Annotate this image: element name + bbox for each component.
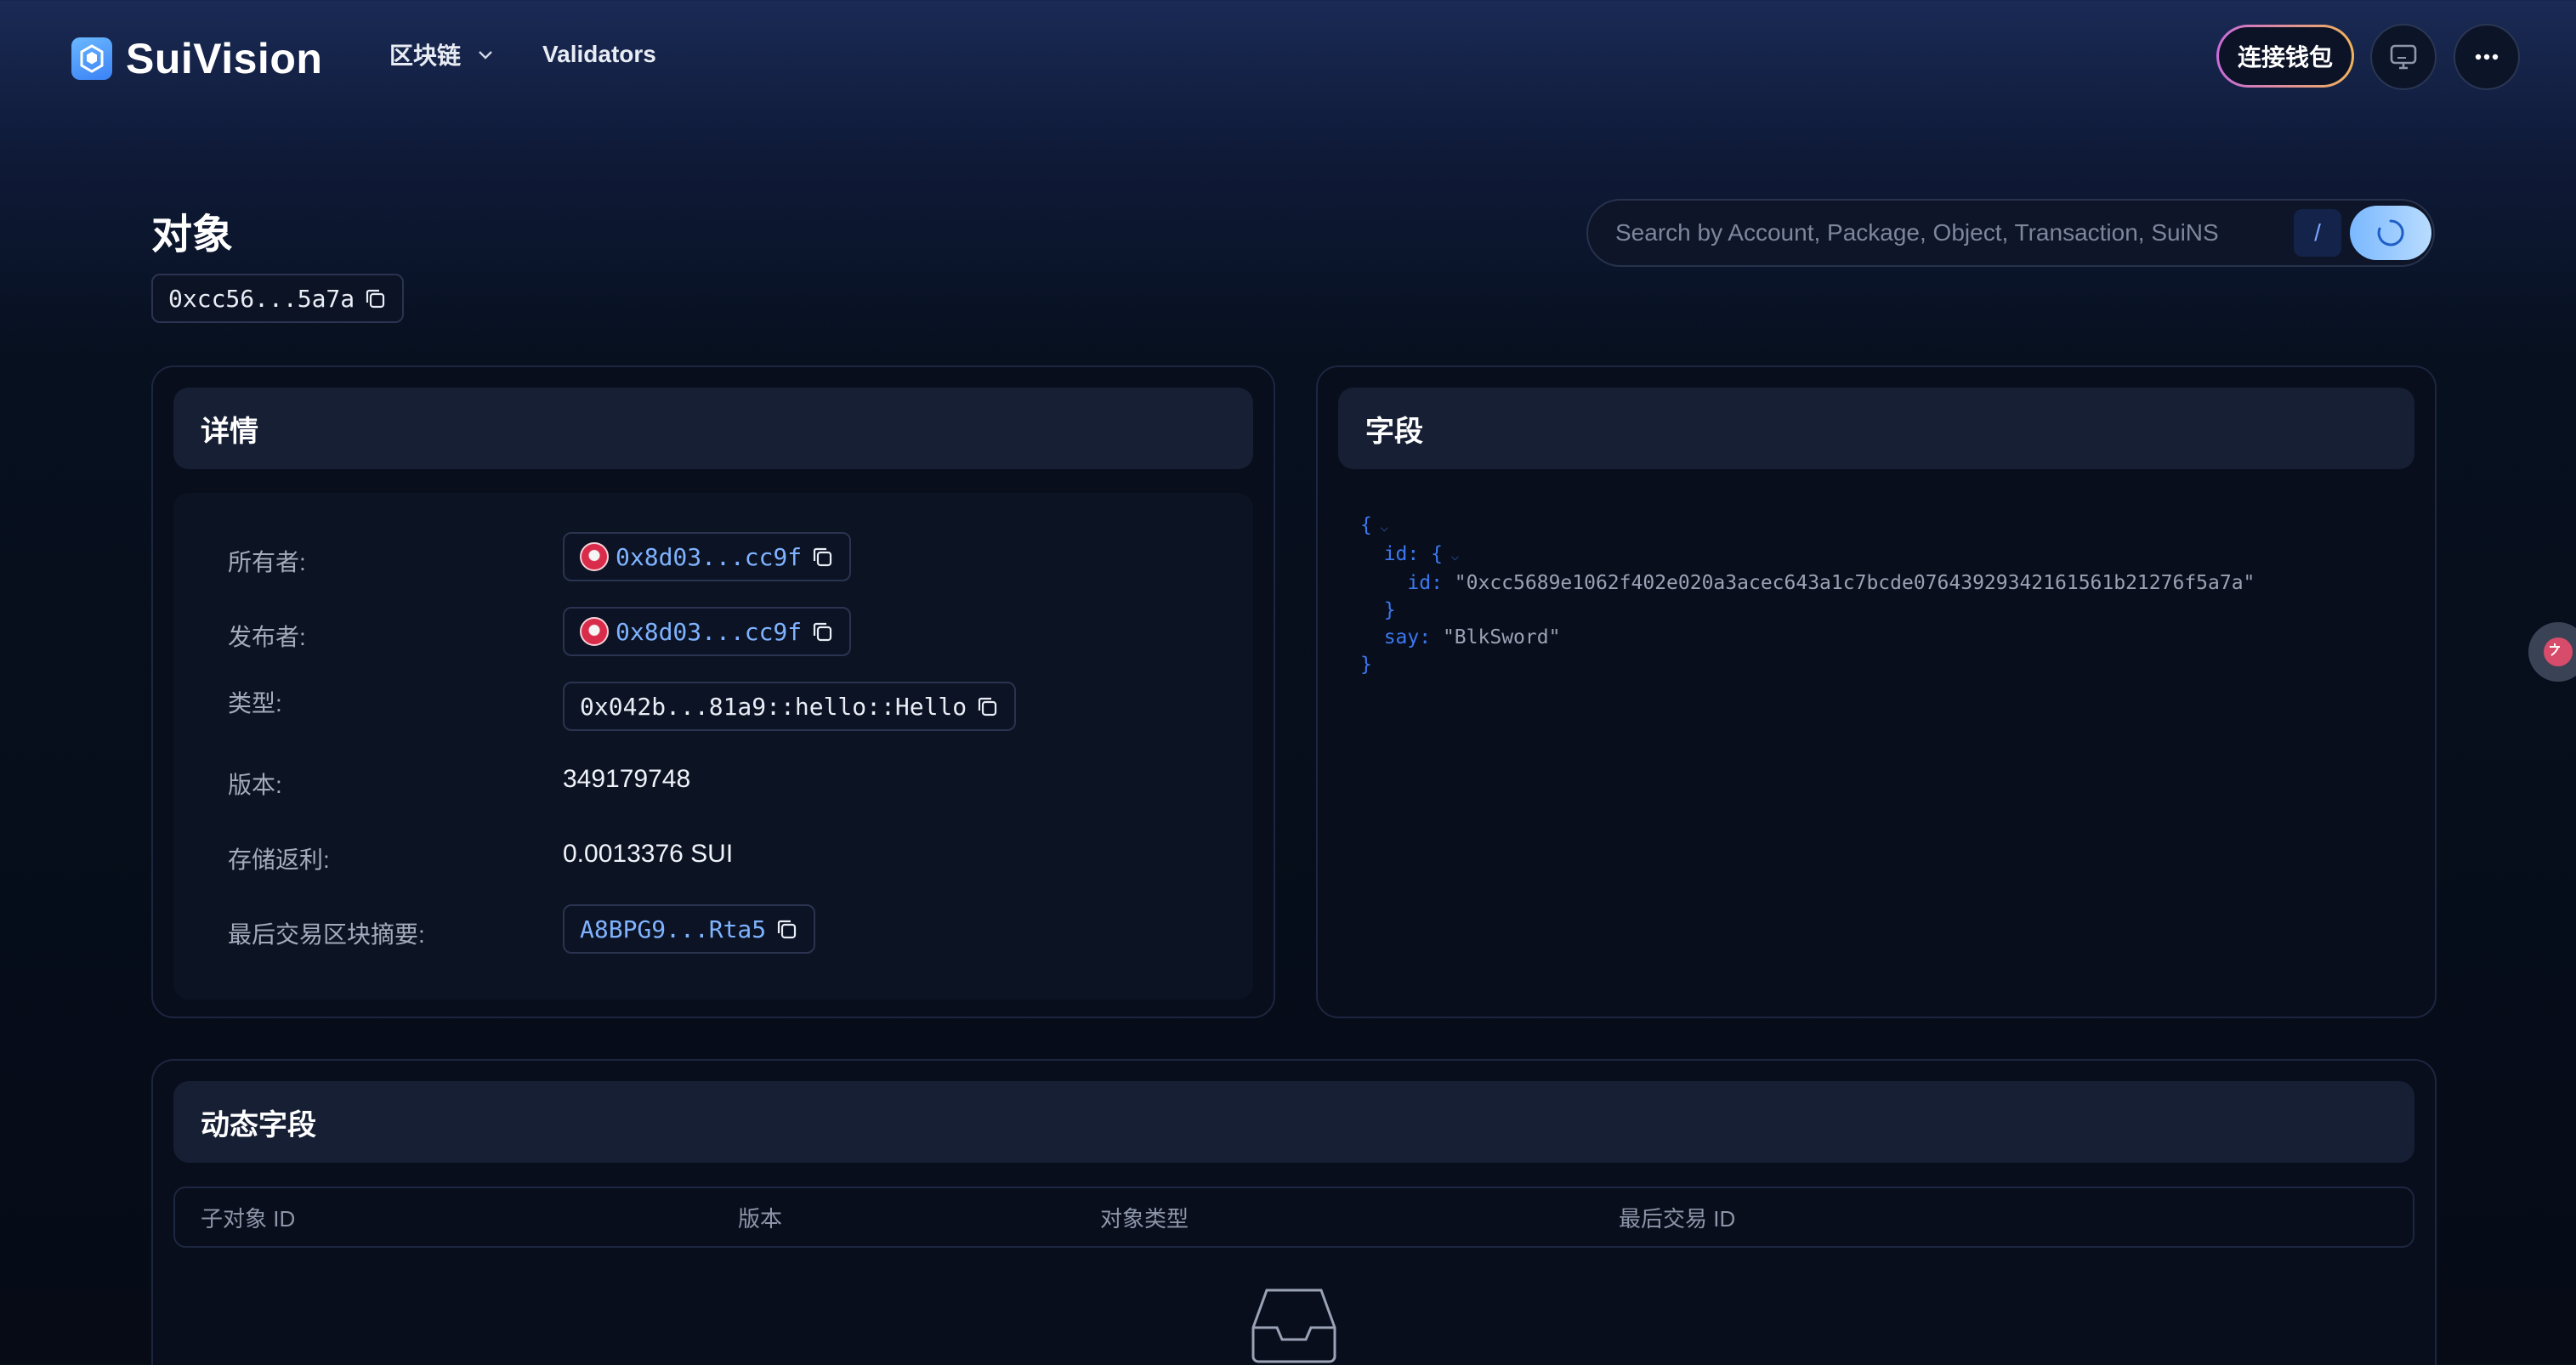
chevron-down-icon	[479, 51, 492, 59]
copy-icon[interactable]	[975, 694, 999, 718]
json-string-value: "BlkSword"	[1442, 626, 1561, 649]
version-label: 版本:	[228, 772, 282, 798]
fields-card: 字段 { ⌵ id: { ⌵ id: "0xcc5689e1062f402e02…	[1316, 365, 2437, 1018]
last-tx-digest-link[interactable]: A8BPG9...Rta5	[580, 915, 766, 943]
type-pill[interactable]: 0x042b...81a9::hello::Hello	[563, 682, 1017, 731]
avatar	[580, 542, 609, 571]
details-list: 所有者: 0x8d03...cc9f 发布者: 0x8d03...cc9f 类型…	[173, 493, 1253, 1000]
json-key: id	[1407, 572, 1432, 594]
monitor-icon	[2390, 44, 2417, 70]
loading-spinner-icon	[2377, 219, 2404, 246]
table-header: 子对象 ID 版本 对象类型 最后交易 ID	[173, 1187, 2414, 1248]
owner-address-pill[interactable]: 0x8d03...cc9f	[563, 532, 852, 581]
type-value[interactable]: 0x042b...81a9::hello::Hello	[580, 693, 967, 721]
nav-item-label: Validators	[542, 41, 656, 67]
translate-icon	[2544, 637, 2573, 666]
owner-address-link[interactable]: 0x8d03...cc9f	[616, 543, 802, 571]
publisher-address-pill[interactable]: 0x8d03...cc9f	[563, 607, 852, 656]
brand-logo[interactable]: SuiVision	[71, 34, 322, 83]
column-header: 对象类型	[1100, 1205, 1189, 1232]
empty-inbox-icon	[1251, 1289, 1336, 1363]
object-id-pill: 0xcc56...5a7a	[151, 274, 405, 323]
collapse-toggle-icon[interactable]: ⌵	[1443, 547, 1460, 564]
owner-label: 所有者:	[228, 549, 306, 575]
column-header: 版本	[738, 1205, 783, 1232]
storage-rebate-value: 0.0013376 SUI	[563, 840, 734, 868]
collapse-toggle-icon[interactable]: ⌵	[1372, 518, 1388, 535]
nav-item-label: 区块链	[389, 42, 462, 69]
search-shortcut-badge: /	[2294, 209, 2341, 257]
top-header: SuiVision 区块链 Validators 连接钱包	[0, 0, 2576, 112]
main-nav: 区块链 Validators	[389, 37, 656, 71]
version-value: 349179748	[563, 765, 691, 793]
object-id-text: 0xcc56...5a7a	[168, 284, 355, 313]
nav-item-blockchain[interactable]: 区块链	[389, 37, 495, 71]
page-title: 对象	[151, 212, 234, 258]
json-key: say	[1383, 626, 1420, 649]
details-card: 详情 所有者: 0x8d03...cc9f 发布者: 0x8d03...cc9f…	[151, 365, 1275, 1018]
more-icon	[2475, 54, 2499, 60]
brand-name: SuiVision	[126, 35, 323, 82]
details-card-title: 详情	[173, 388, 1253, 469]
copy-icon[interactable]	[810, 620, 834, 643]
json-string-value: "0xcc5689e1062f402e020a3acec643a1c7bcde0…	[1454, 572, 2255, 594]
copy-icon[interactable]	[363, 286, 387, 310]
fields-card-title: 字段	[1338, 388, 2414, 469]
copy-icon[interactable]	[775, 917, 798, 941]
publisher-address-link[interactable]: 0x8d03...cc9f	[616, 618, 802, 646]
search-input[interactable]	[1615, 201, 2295, 265]
column-header: 最后交易 ID	[1619, 1205, 1736, 1232]
storage-rebate-label: 存储返利:	[228, 847, 330, 873]
theme-toggle-button[interactable]	[2370, 24, 2437, 90]
avatar	[580, 617, 609, 646]
more-menu-button[interactable]	[2454, 24, 2520, 90]
dynamic-fields-card-title: 动态字段	[173, 1081, 2414, 1163]
publisher-label: 发布者:	[228, 624, 306, 650]
copy-icon[interactable]	[810, 545, 834, 569]
column-header: 子对象 ID	[201, 1205, 296, 1232]
suivision-logo-icon	[71, 37, 112, 80]
json-viewer: { ⌵ id: { ⌵ id: "0xcc5689e1062f402e020a3…	[1360, 514, 2255, 676]
search-button[interactable]	[2350, 206, 2431, 260]
search-bar: /	[1586, 199, 2435, 267]
nav-item-validators[interactable]: Validators	[542, 41, 656, 68]
last-tx-digest-pill[interactable]: A8BPG9...Rta5	[563, 904, 816, 954]
json-key: id	[1383, 543, 1408, 565]
type-label: 类型:	[228, 690, 282, 716]
connect-wallet-button[interactable]: 连接钱包	[2216, 25, 2354, 88]
last-tx-digest-label: 最后交易区块摘要:	[228, 921, 425, 948]
translate-float-button[interactable]	[2528, 622, 2576, 682]
dynamic-fields-card: 动态字段 子对象 ID 版本 对象类型 最后交易 ID	[151, 1059, 2437, 1365]
